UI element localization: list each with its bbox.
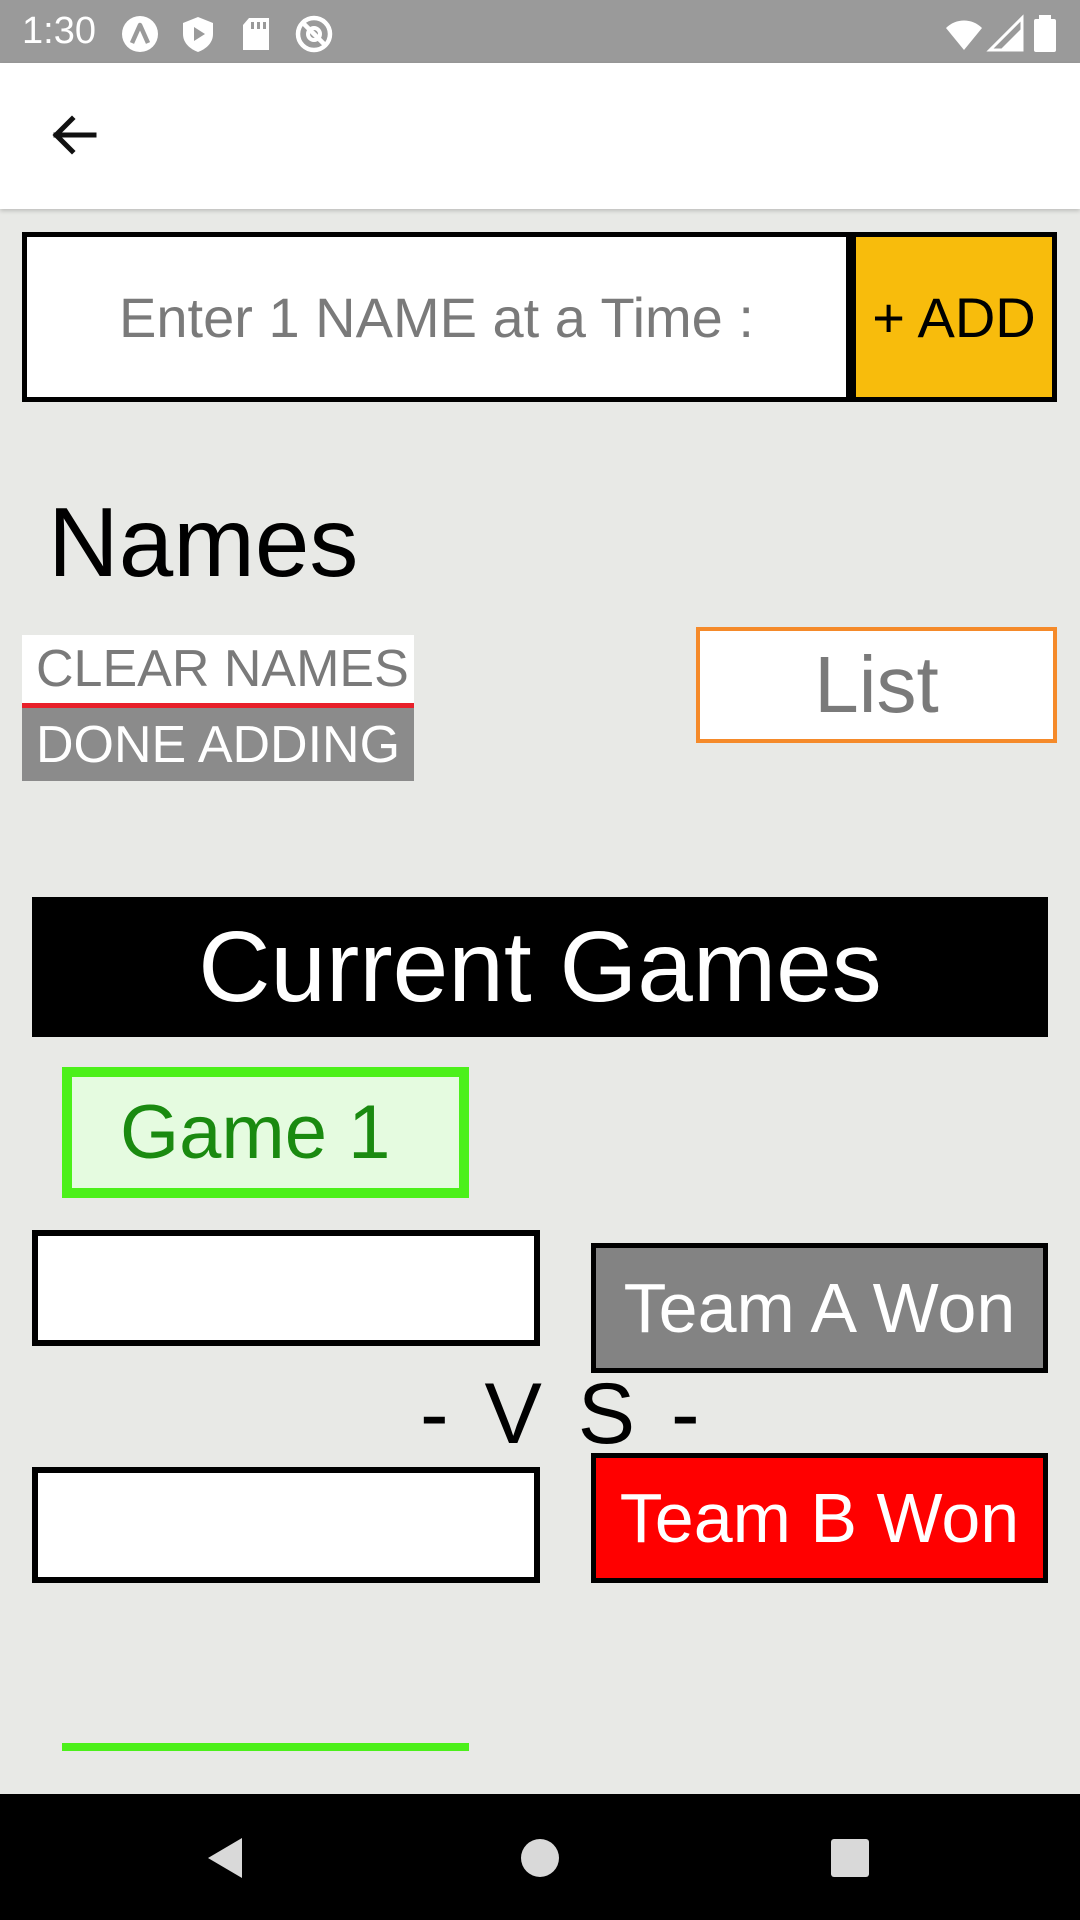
team-a-field[interactable] [32,1230,540,1346]
battery-icon [1030,14,1060,54]
clear-names-button[interactable]: CLEAR NAMES [22,635,414,708]
game-divider [62,1743,469,1751]
signal-icon [986,14,1026,54]
done-adding-button[interactable]: DONE ADDING [22,708,414,781]
back-triangle-icon[interactable] [190,1822,262,1894]
status-bar [0,0,1080,63]
home-circle-icon[interactable] [504,1822,576,1894]
current-games-header: Current Games [32,897,1048,1037]
team-b-field[interactable] [32,1467,540,1583]
arrow-back-icon[interactable] [46,107,102,163]
vs-label: - V S - [420,1366,706,1462]
sd-card-icon [236,14,276,54]
add-button[interactable]: + ADD [851,232,1057,402]
wifi-icon [944,14,984,54]
list-button[interactable]: List [696,627,1057,743]
names-title: Names [48,487,359,597]
recents-square-icon[interactable] [814,1822,886,1894]
game-label: Game 1 [62,1067,469,1198]
status-time: 1:30 [22,10,96,52]
a-logo-icon [120,14,160,54]
name-input[interactable] [22,232,851,402]
team-a-won-button[interactable]: Team A Won [591,1243,1048,1373]
shield-play-icon [178,14,218,54]
team-b-won-button[interactable]: Team B Won [591,1453,1048,1583]
app-bar [0,63,1080,209]
at-sign-icon [294,14,334,54]
